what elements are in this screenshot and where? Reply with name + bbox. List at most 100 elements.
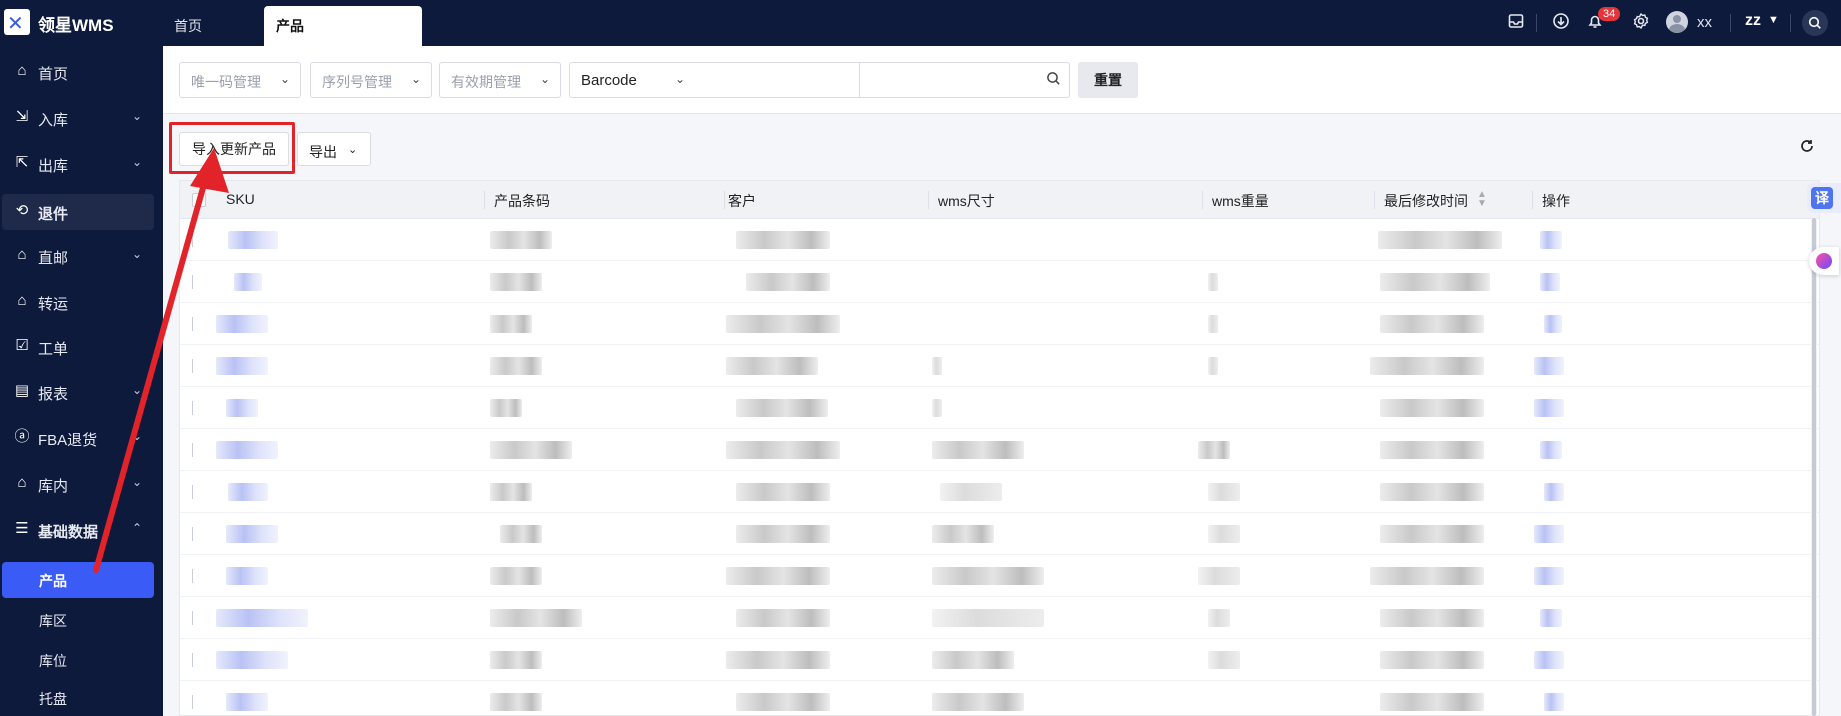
redacted-cell	[726, 651, 830, 669]
sidebar-item-fba-returns[interactable]: ⓐ FBA退货 ⌄	[2, 420, 154, 456]
avatar[interactable]	[1666, 11, 1688, 33]
sidebar-item-label: 报表	[38, 386, 69, 403]
inbox-icon[interactable]	[1506, 12, 1526, 32]
row-checkbox[interactable]	[192, 275, 200, 289]
import-update-products-button[interactable]: 导入更新产品	[179, 132, 289, 166]
settings-icon[interactable]	[1631, 12, 1651, 32]
sidebar-item-work-order[interactable]: ☑ 工单	[2, 329, 154, 365]
table-row[interactable]	[180, 639, 1819, 681]
sidebar-item-outbound[interactable]: ⇱ 出库 ⌄	[2, 146, 154, 182]
translate-button[interactable]: 译	[1807, 183, 1841, 213]
sidebar-item-in-warehouse[interactable]: ⌂ 库内 ⌄	[2, 466, 154, 502]
caret-down-icon[interactable]: ▼	[1768, 14, 1779, 26]
sidebar-item-inbound[interactable]: ⇲ 入库 ⌄	[2, 100, 154, 136]
row-checkbox[interactable]	[192, 485, 200, 499]
select-all-checkbox[interactable]	[192, 193, 206, 207]
table-row[interactable]	[180, 555, 1819, 597]
sidebar-subitem-zone[interactable]: 库区	[2, 602, 154, 638]
reset-button[interactable]: 重置	[1078, 62, 1138, 98]
toolbar: 导入更新产品 导出 ⌄	[163, 114, 1841, 180]
column-header-sortable[interactable]: 最后修改时间	[1384, 191, 1468, 211]
sidebar-item-label: 产品	[39, 573, 67, 589]
redacted-cell	[228, 231, 278, 249]
sidebar-item-reports[interactable]: ▤ 报表 ⌄	[2, 374, 154, 410]
search-field-select[interactable]: Barcode ⌄	[569, 62, 860, 98]
sort-icon[interactable]: ▲ ▼	[1477, 190, 1487, 209]
redacted-cell	[726, 315, 840, 333]
redacted-cell	[1534, 399, 1564, 417]
sidebar-item-transfer[interactable]: ⌂ 转运	[2, 284, 154, 320]
table-row[interactable]	[180, 261, 1819, 303]
column-divider	[928, 191, 929, 209]
redacted-cell	[1370, 567, 1484, 585]
tab-product[interactable]: 产品	[264, 6, 422, 46]
search-input[interactable]	[860, 62, 1070, 98]
table-row[interactable]	[180, 345, 1819, 387]
table-row[interactable]	[180, 597, 1819, 639]
redacted-cell	[1208, 525, 1240, 543]
sidebar-subitem-product[interactable]: 产品	[2, 562, 154, 598]
scrollbar-thumb[interactable]	[1812, 218, 1816, 716]
redacted-cell	[940, 483, 1002, 501]
row-checkbox[interactable]	[192, 653, 200, 667]
redacted-cell	[490, 441, 572, 459]
sidebar-item-returns[interactable]: ⟲ 退件	[2, 194, 154, 230]
redacted-cell	[1544, 693, 1564, 711]
row-checkbox[interactable]	[192, 527, 200, 541]
refresh-icon[interactable]	[1799, 138, 1815, 159]
redacted-cell	[490, 357, 542, 375]
redacted-cell	[216, 357, 268, 375]
top-divider	[1790, 14, 1791, 32]
redacted-cell	[490, 483, 532, 501]
notification-badge: 34	[1598, 7, 1621, 21]
sidebar-item-direct-mail[interactable]: ⌂ 直邮 ⌄	[2, 238, 154, 274]
sidebar-subitem-location[interactable]: 库位	[2, 642, 154, 678]
tab-home[interactable]: 首页	[174, 6, 202, 46]
search-icon[interactable]	[1802, 10, 1828, 36]
row-checkbox[interactable]	[192, 359, 200, 373]
column-divider	[1202, 191, 1203, 209]
search-icon[interactable]	[1046, 71, 1061, 90]
table-row[interactable]	[180, 471, 1819, 513]
user-name[interactable]: xx	[1697, 14, 1712, 31]
table-row[interactable]	[180, 681, 1819, 715]
amazon-icon: ⓐ	[14, 428, 30, 445]
select-value: Barcode	[581, 72, 637, 89]
export-button[interactable]: 导出 ⌄	[297, 132, 371, 166]
ai-assistant-button[interactable]	[1809, 247, 1839, 275]
row-checkbox[interactable]	[192, 443, 200, 457]
redacted-cell	[1208, 273, 1218, 291]
redacted-cell	[1380, 441, 1484, 459]
table-row[interactable]	[180, 387, 1819, 429]
redacted-cell	[1208, 609, 1230, 627]
redacted-cell	[490, 651, 542, 669]
top-bar: ✕ 领星WMS 首页 产品 34 xx zz ▼	[0, 0, 1841, 46]
table-row[interactable]	[180, 513, 1819, 555]
sidebar-item-label: 转运	[38, 296, 69, 313]
row-checkbox[interactable]	[192, 695, 200, 709]
download-icon[interactable]	[1551, 12, 1571, 32]
redacted-cell	[490, 567, 542, 585]
expiry-select[interactable]: 有效期管理 ⌄	[439, 62, 561, 98]
table-row[interactable]	[180, 303, 1819, 345]
table-row[interactable]	[180, 219, 1819, 261]
redacted-cell	[932, 567, 1044, 585]
row-checkbox[interactable]	[192, 569, 200, 583]
table-row[interactable]	[180, 429, 1819, 471]
org-switcher[interactable]: zz	[1745, 12, 1761, 30]
redacted-cell	[736, 525, 830, 543]
sidebar-subitem-pallet[interactable]: 托盘	[2, 680, 154, 716]
sidebar-item-home[interactable]: ⌂ 首页	[2, 54, 154, 90]
row-checkbox[interactable]	[192, 317, 200, 331]
sidebar-item-base-data[interactable]: ☰ 基础数据 ⌃	[2, 512, 154, 548]
chevron-down-icon: ⌄	[410, 72, 421, 86]
redacted-cell	[1370, 357, 1484, 375]
sidebar-item-label: 直邮	[38, 250, 69, 267]
row-checkbox[interactable]	[192, 611, 200, 625]
redacted-cell	[216, 315, 268, 333]
row-checkbox[interactable]	[192, 233, 200, 247]
main-content: 导入更新产品 导出 ⌄ SKU 产品条码 客户 wms尺寸 wms重量 最后修改…	[163, 114, 1841, 716]
serial-number-select[interactable]: 序列号管理 ⌄	[310, 62, 432, 98]
unique-code-select[interactable]: 唯一码管理 ⌄	[179, 62, 301, 98]
row-checkbox[interactable]	[192, 401, 200, 415]
